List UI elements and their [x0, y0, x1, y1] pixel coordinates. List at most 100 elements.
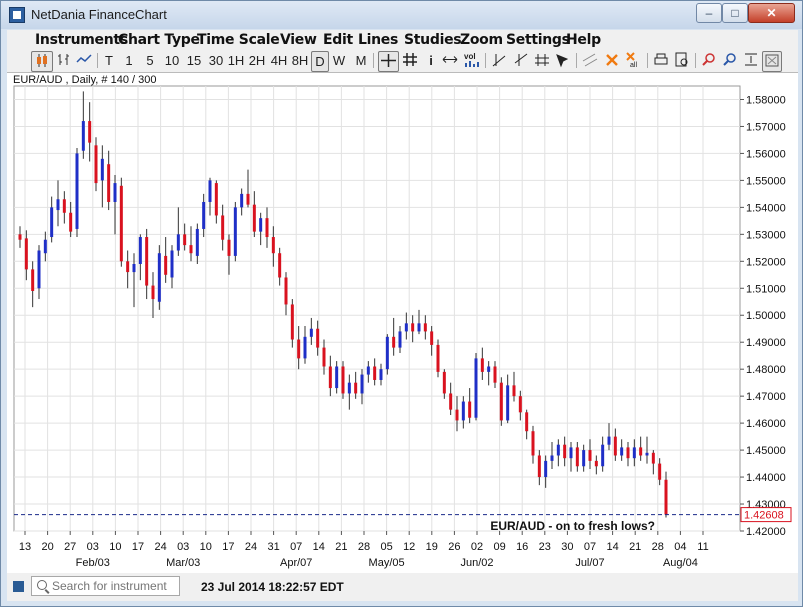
zoom-out-button[interactable] [721, 51, 739, 70]
fork-tool[interactable] [533, 51, 551, 70]
print-preview-button[interactable] [673, 51, 691, 70]
period-1h[interactable]: 1H [227, 51, 245, 70]
period-15min[interactable]: 15 [185, 51, 203, 70]
x-tick-label: 02 [471, 541, 483, 553]
info-button[interactable]: i [425, 51, 437, 70]
fit-all-icon [765, 54, 779, 67]
menu-view[interactable]: View [280, 32, 317, 48]
menu-edit[interactable]: Edit [323, 32, 353, 48]
line-chart-button[interactable] [75, 51, 93, 70]
candle-down [316, 328, 320, 348]
period-30min[interactable]: 30 [207, 51, 225, 70]
menu-studies[interactable]: Studies [404, 32, 462, 48]
zoom-in-button[interactable] [700, 51, 718, 70]
candle-down [328, 366, 332, 389]
candle-up [550, 455, 554, 461]
menu-settings[interactable]: Settings [506, 32, 570, 48]
arrow-tool[interactable] [554, 51, 572, 70]
y-tick-label: 1.57000 [746, 121, 786, 133]
period-4h[interactable]: 4H [270, 51, 288, 70]
toolbar-separator [373, 53, 374, 68]
x-month-label: Jul/07 [575, 557, 604, 569]
candle-up [157, 253, 161, 302]
fit-vertical-button[interactable] [742, 51, 760, 70]
period-monthly[interactable]: M [354, 51, 368, 70]
candle-up [208, 180, 212, 202]
candle-up [37, 250, 41, 289]
period-10min[interactable]: 10 [163, 51, 181, 70]
ohlc-chart-button[interactable] [55, 51, 73, 70]
candle-down [575, 447, 579, 467]
chart-area[interactable]: EUR/AUD , Daily, # 140 / 300 1.58000 1.57… [7, 72, 798, 573]
price-chart[interactable]: 1.58000 1.57000 1.56000 1.55000 1.54000 1.530… [7, 73, 798, 573]
candle-down [94, 145, 98, 184]
y-tick-label: 1.58000 [746, 94, 786, 106]
period-1min[interactable]: 1 [124, 51, 134, 70]
minimize-button[interactable]: – [696, 3, 722, 23]
trendline-tool[interactable] [491, 51, 509, 70]
pan-button[interactable] [441, 51, 459, 70]
y-tick-label: 1.49000 [746, 337, 786, 349]
x-tick-label: 03 [87, 541, 99, 553]
y-tick-label: 1.47000 [746, 391, 786, 403]
status-datetime: 23 Jul 2014 18:22:57 EDT [201, 580, 344, 594]
fit-all-button[interactable] [762, 51, 782, 72]
x-tick-label: 19 [426, 541, 438, 553]
candle-down [613, 436, 617, 456]
x-month-label: May/05 [369, 557, 405, 569]
y-tick-label: 1.48000 [746, 364, 786, 376]
menu-chart-type[interactable]: Chart Type [118, 32, 200, 48]
delete-x-icon [606, 54, 618, 66]
candle-up [556, 444, 560, 456]
period-5min[interactable]: 5 [145, 51, 155, 70]
period-daily[interactable]: D [311, 51, 329, 72]
delete-all-button[interactable]: all [624, 51, 642, 70]
candle-up [385, 336, 389, 370]
print-button[interactable] [652, 51, 670, 70]
candle-down [626, 447, 630, 459]
candle-up [366, 366, 370, 375]
candlestick-icon [37, 54, 47, 67]
x-tick-label: 10 [109, 541, 121, 553]
printer-icon [654, 53, 668, 65]
menu-zoom[interactable]: Zoom [460, 32, 503, 48]
last-price-label: 1.42608 [744, 510, 784, 522]
candle-down [290, 304, 294, 340]
channel-tool[interactable] [581, 51, 599, 70]
volume-button[interactable]: vol [463, 51, 481, 70]
candle-up [138, 237, 142, 264]
title-bar[interactable]: NetDania FinanceChart – □ ✕ [1, 1, 802, 29]
x-tick-label: 24 [154, 541, 166, 553]
candle-up [474, 358, 478, 418]
crosshair-button[interactable] [378, 51, 399, 72]
app-window: NetDania FinanceChart – □ ✕ Instruments … [0, 0, 803, 607]
period-8h[interactable]: 8H [291, 51, 309, 70]
period-tick[interactable]: T [103, 51, 115, 70]
instrument-search[interactable] [31, 576, 180, 596]
menu-help[interactable]: Help [566, 32, 601, 48]
maximize-button[interactable]: □ [722, 3, 748, 23]
period-2h[interactable]: 2H [248, 51, 266, 70]
candle-down [658, 463, 662, 480]
grid-button[interactable] [401, 51, 419, 70]
candlestick-chart-button[interactable] [31, 51, 53, 72]
menu-time-scale[interactable]: Time Scale [197, 32, 280, 48]
period-weekly[interactable]: W [332, 51, 346, 70]
ray-tool[interactable] [512, 51, 530, 70]
y-tick-label: 1.52000 [746, 256, 786, 268]
x-tick-label: 27 [64, 541, 76, 553]
x-tick-label: 21 [335, 541, 347, 553]
candle-down [107, 164, 111, 202]
x-tick-label: 31 [267, 541, 279, 553]
delete-drawing-button[interactable] [603, 51, 621, 70]
search-input[interactable] [52, 578, 176, 594]
info-icon: i [429, 53, 433, 68]
menu-lines[interactable]: Lines [358, 32, 398, 48]
close-button[interactable]: ✕ [748, 3, 795, 23]
candle-down [265, 218, 269, 238]
x-tick-label: 30 [561, 541, 573, 553]
menu-instruments[interactable]: Instruments [35, 32, 128, 48]
candle-down [31, 269, 35, 291]
crosshair-icon [381, 54, 396, 67]
x-tick-label: 16 [516, 541, 528, 553]
